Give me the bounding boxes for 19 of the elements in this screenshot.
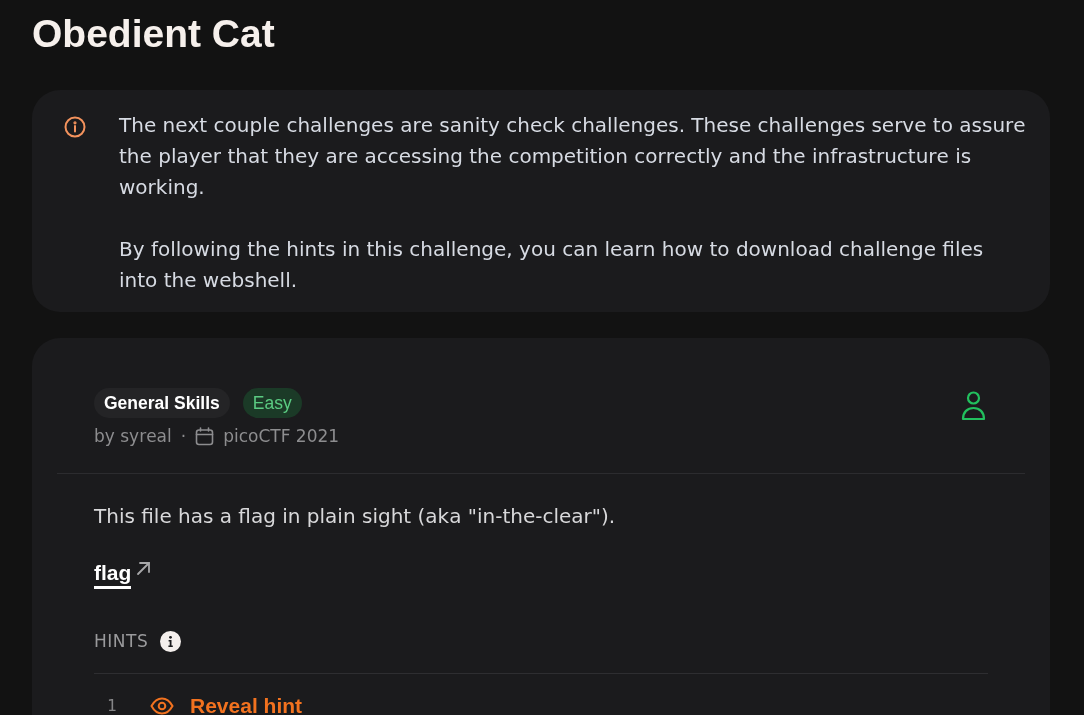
reveal-hint-button[interactable]: Reveal hint: [150, 696, 303, 715]
event-text: picoCTF 2021: [223, 425, 340, 448]
hint-number: 1: [106, 696, 118, 715]
challenge-description: This file has a flag in plain sight (aka "in-the-clear").: [94, 503, 617, 530]
info-icon[interactable]: [160, 630, 182, 652]
hints-heading: HINTS: [94, 630, 149, 653]
notice-text: By following the hints in this challenge, you can learn how to download challenge files into the webshell.: [119, 236, 985, 294]
eye-icon: [150, 697, 174, 715]
page-title: Obedient Cat: [32, 12, 276, 56]
file-link[interactable]: flag: [94, 559, 132, 589]
difficulty-tag: Easy: [242, 388, 302, 418]
external-arrow-icon: [136, 561, 152, 576]
user-icon: [961, 391, 986, 421]
calendar-icon: [195, 426, 215, 446]
separator-dot: ·: [180, 425, 187, 448]
category-tag: General Skills: [94, 388, 230, 418]
info-icon: [64, 116, 86, 138]
notice-text: The next couple challenges are sanity check challenges. These challenges serve to assure the player that they are accessing the competition correctly and the infrastructure is working.: [119, 112, 1027, 201]
author-text: by syreal: [94, 425, 172, 448]
